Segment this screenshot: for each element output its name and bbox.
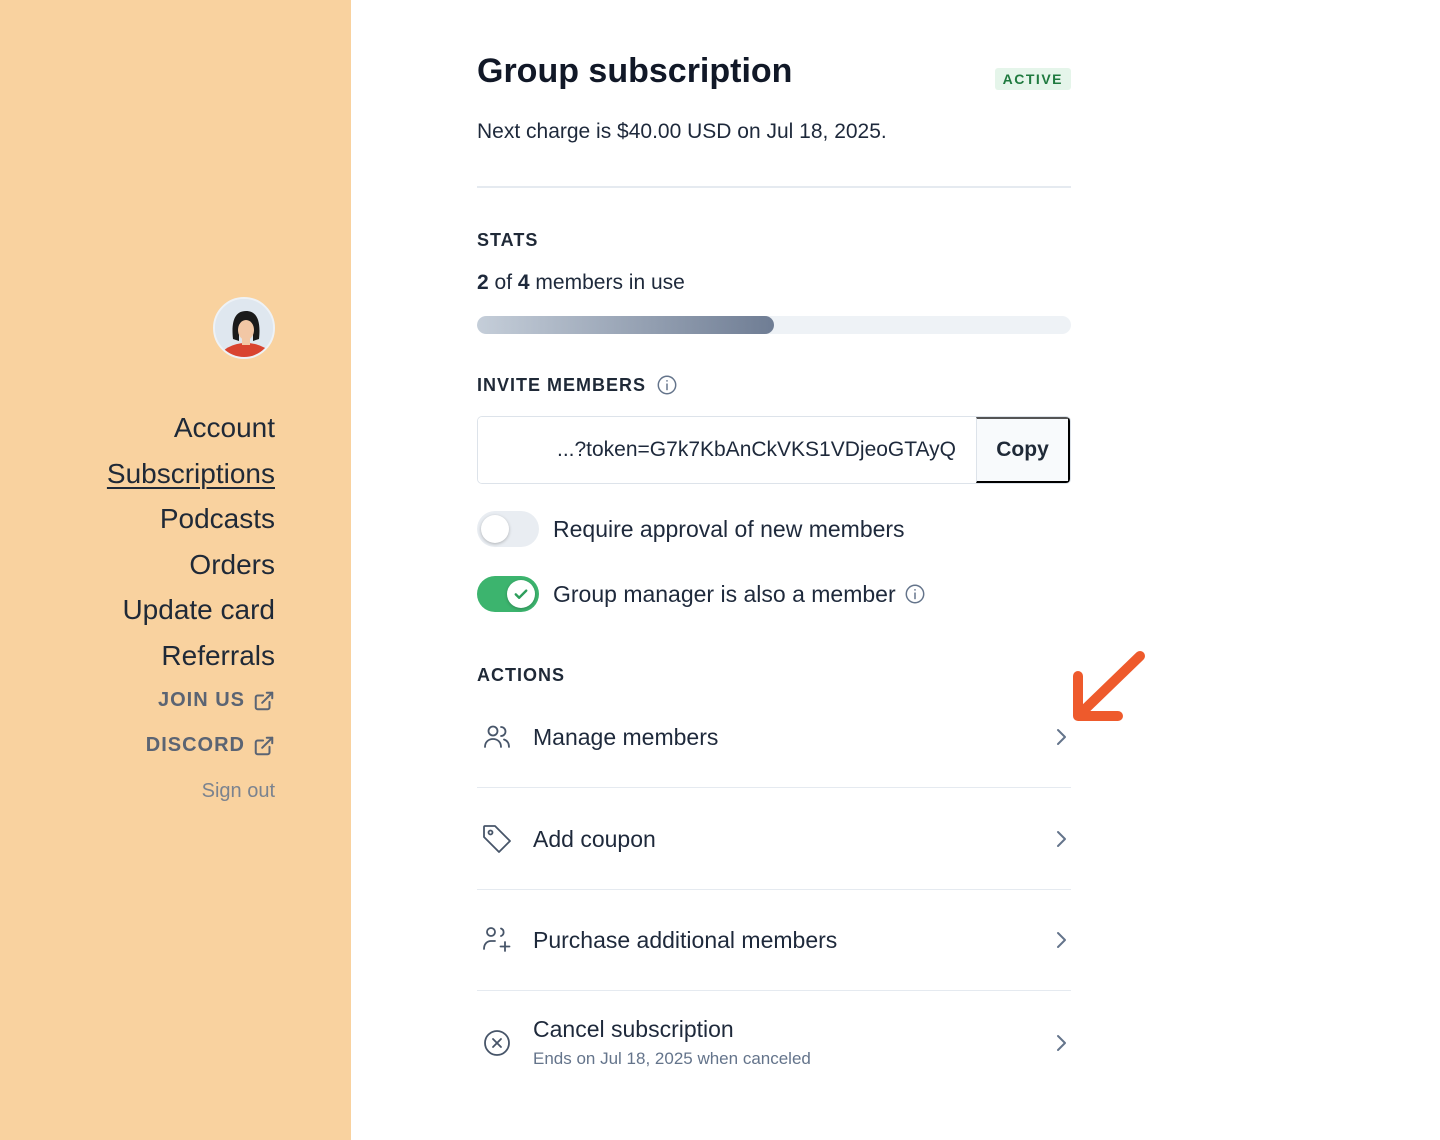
action-cancel-subscription[interactable]: Cancel subscription Ends on Jul 18, 2025… [477,992,1071,1093]
page-title: Group subscription [477,52,793,90]
stats-heading-label: STATS [477,230,539,250]
invite-heading-label: INVITE MEMBERS [477,374,647,395]
sidebar-nav: Account Subscriptions Podcasts Orders Up… [107,405,275,803]
chevron-right-icon [1057,729,1066,745]
manager-member-label-wrap: Group manager is also a member [553,581,926,608]
action-manage-members[interactable]: Manage members [477,687,1071,788]
avatar-image-icon [215,299,273,357]
nav-link-discord-label: DISCORD [145,734,245,756]
invite-link-input[interactable] [478,417,976,483]
toggle-knob [481,515,509,543]
nav-link-join-us-label: JOIN US [157,689,245,711]
copy-button[interactable]: Copy [976,417,1070,483]
invite-heading: INVITE MEMBERS [477,374,678,396]
annotation-arrow-icon [1073,651,1145,721]
members-suffix: members in use [535,271,685,294]
invite-link-group: Copy [477,416,1071,484]
action-text: Cancel subscription Ends on Jul 18, 2025… [533,1016,1051,1069]
info-icon[interactable] [904,583,926,605]
nav-item-podcasts[interactable]: Podcasts [107,496,275,542]
nav-link-discord[interactable]: DISCORD [107,723,275,768]
status-badge: ACTIVE [994,68,1071,90]
sidebar: Account Subscriptions Podcasts Orders Up… [0,0,351,1140]
action-text: Purchase additional members [533,927,1051,954]
tag-icon [483,825,511,853]
stats-heading: STATS [477,230,538,251]
chevron-right-icon [1057,1034,1066,1051]
nav-item-subscriptions[interactable]: Subscriptions [107,451,275,497]
manager-member-toggle[interactable] [477,576,539,612]
members-total-count: 4 [517,271,530,294]
divider [477,186,1071,188]
chevron-right-icon [1057,831,1066,847]
nav-item-referrals[interactable]: Referrals [107,633,275,679]
actions-heading-label: ACTIONS [477,665,565,685]
members-usage-text: 2 of 4 members in use [477,271,685,295]
external-link-icon [254,736,274,755]
x-circle-icon [484,1029,510,1056]
action-text: Add coupon [533,826,1051,853]
next-charge-text: Next charge is $40.00 USD on Jul 18, 202… [477,120,887,143]
action-label: Manage members [533,723,719,750]
action-text: Manage members [533,724,1051,751]
members-used-count: 2 [477,271,489,294]
require-approval-label: Require approval of new members [553,515,905,542]
nav-item-orders[interactable]: Orders [107,542,275,588]
nav-item-account[interactable]: Account [107,405,275,451]
action-sublabel: Ends on Jul 18, 2025 when canceled [533,1049,811,1068]
members-of: of [494,271,513,294]
actions-heading: ACTIONS [477,665,565,686]
external-link-icon [254,691,274,710]
info-icon[interactable] [656,374,678,396]
nav-item-update-card[interactable]: Update card [107,587,275,633]
sign-out-link[interactable]: Sign out [107,780,275,803]
nav-link-join-us[interactable]: JOIN US [107,678,275,723]
members-progress-bar [477,316,1071,334]
users-icon [484,725,510,748]
require-approval-toggle[interactable] [477,511,539,547]
user-plus-icon [483,927,511,952]
action-purchase-members[interactable]: Purchase additional members [477,890,1071,991]
members-progress-fill [477,316,774,334]
action-label: Add coupon [533,825,656,852]
action-label: Cancel subscription [533,1016,734,1042]
avatar[interactable] [213,297,275,359]
action-label: Purchase additional members [533,926,838,953]
manager-member-row: Group manager is also a member [477,576,926,612]
toggle-knob [507,580,535,608]
require-approval-row: Require approval of new members [477,511,905,547]
action-add-coupon[interactable]: Add coupon [477,789,1071,890]
chevron-right-icon [1057,932,1066,948]
check-icon [514,589,528,599]
manager-member-label: Group manager is also a member [553,580,896,607]
